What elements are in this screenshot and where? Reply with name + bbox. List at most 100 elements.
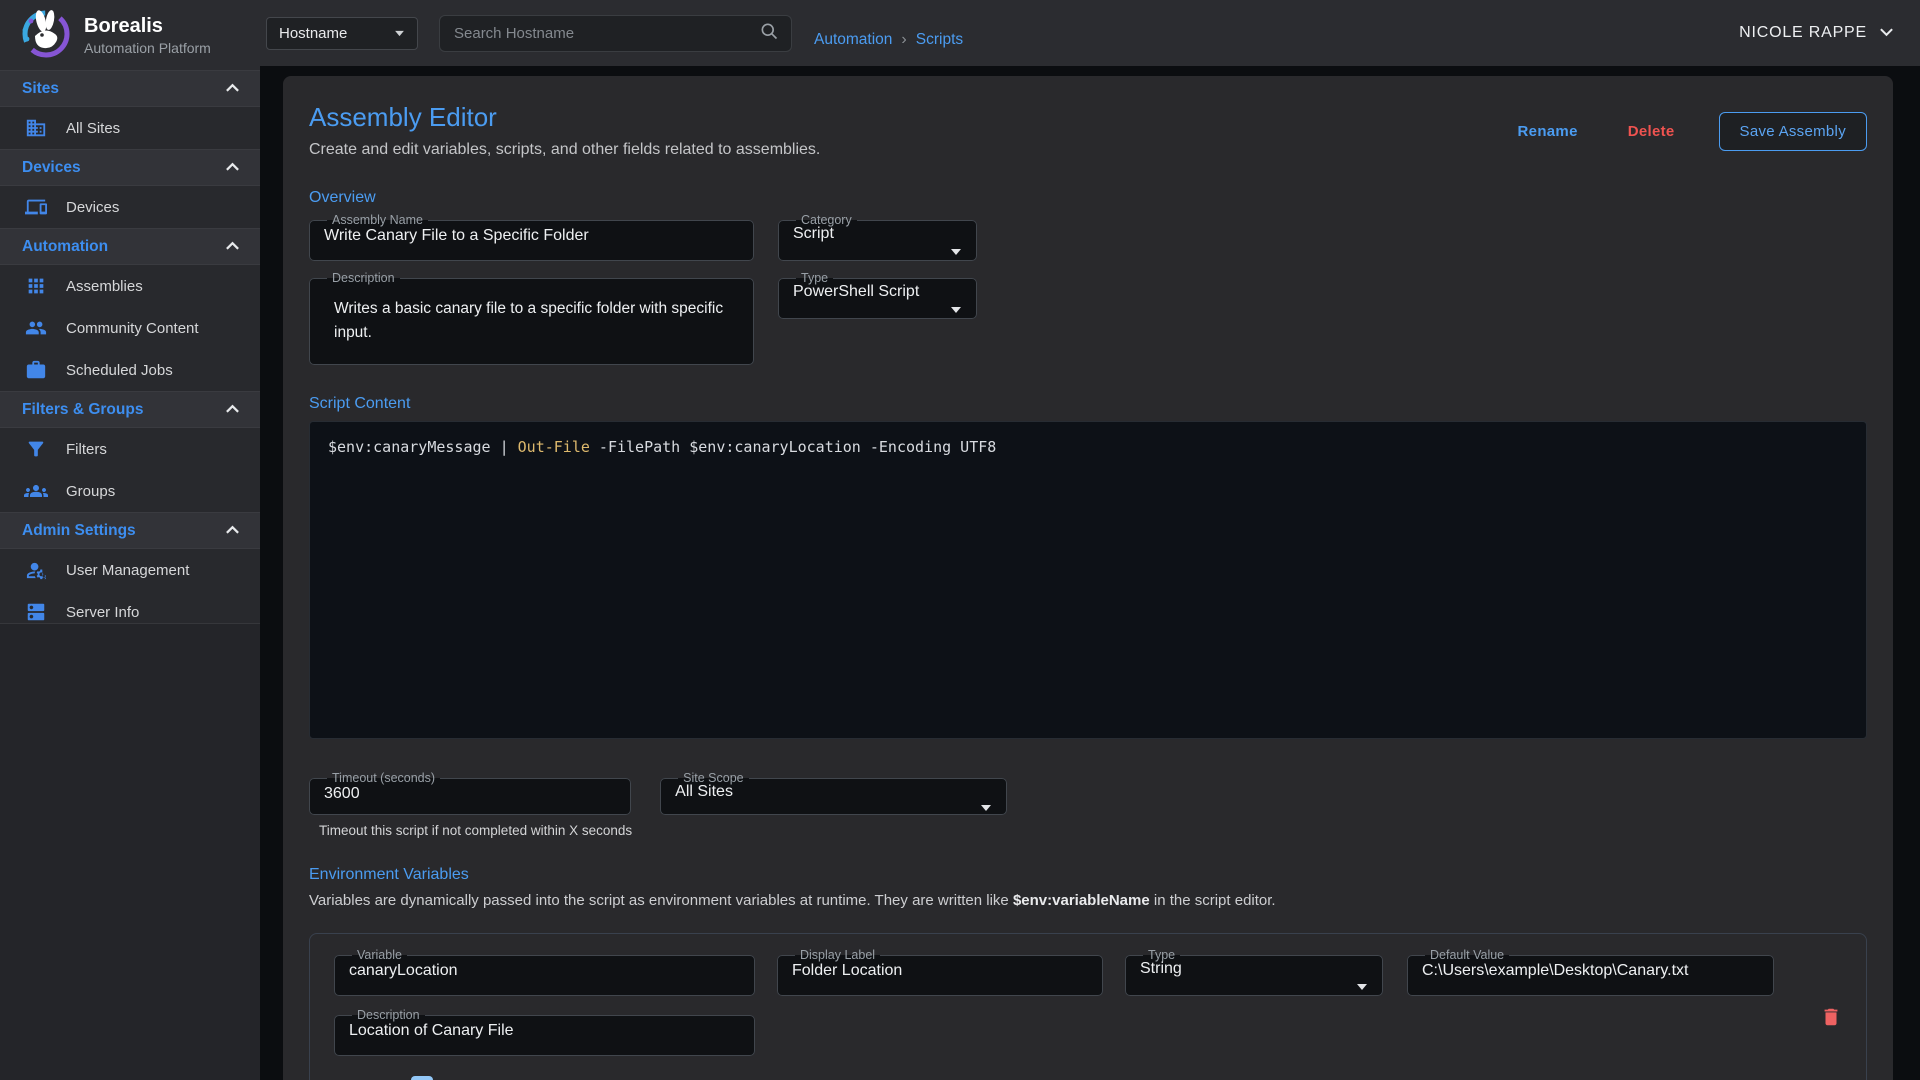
timeout-helper-text: Timeout this script if not completed wit…: [319, 823, 632, 838]
chevron-up-icon: [225, 159, 240, 177]
trash-icon: [1820, 1006, 1842, 1028]
chevron-down-icon: [1879, 24, 1894, 42]
type-select-field: Type PowerShell Script: [778, 271, 977, 319]
nav-item-label: Community Content: [66, 320, 199, 337]
default-value-label: Default Value: [1425, 948, 1509, 962]
sidebar-item-filters[interactable]: Filters: [0, 428, 260, 470]
apps-grid-icon: [24, 274, 48, 298]
assembly-name-label: Assembly Name: [327, 213, 428, 227]
env-desc-text: Variables are dynamically passed into th…: [309, 892, 1013, 909]
var-description-input[interactable]: [347, 1022, 742, 1048]
display-label-label: Display Label: [795, 948, 880, 962]
caret-down-icon: [950, 301, 962, 319]
default-value-field: Default Value: [1407, 948, 1774, 996]
borealis-rabbit-logo-icon: [18, 6, 72, 65]
sidebar-section-sites[interactable]: Sites: [0, 70, 260, 107]
category-select-field: Category Script: [778, 213, 977, 261]
var-type-select-field: Type String: [1125, 948, 1383, 996]
site-scope-select[interactable]: All Sites: [673, 783, 994, 809]
brand-name: Borealis: [84, 15, 211, 38]
nav-item-label: Groups: [66, 483, 115, 500]
section-label: Admin Settings: [22, 522, 136, 540]
sidebar-item-groups[interactable]: Groups: [0, 470, 260, 512]
sidebar-section-devices[interactable]: Devices: [0, 149, 260, 186]
timeout-field: Timeout (seconds): [309, 771, 631, 815]
description-label: Description: [327, 271, 400, 285]
nav-item-label: User Management: [66, 562, 189, 579]
env-desc-code: $env:variableName: [1013, 892, 1150, 909]
nav-item-label: All Sites: [66, 120, 120, 137]
sidebar-section-admin-settings[interactable]: Admin Settings: [0, 512, 260, 549]
category-select[interactable]: Script: [791, 225, 964, 251]
code-cmdlet-token: Out-File: [518, 438, 590, 456]
display-label-field: Display Label: [777, 948, 1103, 996]
groups-icon: [24, 479, 48, 503]
chevron-up-icon: [225, 80, 240, 98]
breadcrumb-automation[interactable]: Automation: [814, 31, 892, 49]
sidebar-item-devices[interactable]: Devices: [0, 186, 260, 228]
delete-button[interactable]: Delete: [1622, 122, 1681, 141]
script-content-heading: Script Content: [309, 395, 1867, 413]
people-icon: [24, 316, 48, 340]
overview-heading: Overview: [309, 189, 1867, 207]
sidebar: Borealis Automation Platform Sites All S…: [0, 0, 260, 1080]
hostname-select-value: Hostname: [279, 25, 347, 42]
env-vars-heading: Environment Variables: [309, 866, 1867, 884]
sidebar-item-scheduled-jobs[interactable]: Scheduled Jobs: [0, 349, 260, 391]
brand: Borealis Automation Platform: [0, 0, 260, 70]
chevron-up-icon: [225, 522, 240, 540]
sidebar-empty-area: [0, 623, 260, 1080]
caret-down-icon: [950, 243, 962, 261]
sidebar-section-automation[interactable]: Automation: [0, 228, 260, 265]
nav-item-label: Devices: [66, 199, 119, 216]
section-label: Filters & Groups: [22, 401, 143, 419]
assembly-name-field: Assembly Name: [309, 213, 754, 261]
caret-down-icon: [1356, 978, 1368, 996]
site-scope-select-field: Site Scope All Sites: [660, 771, 1007, 815]
rename-button[interactable]: Rename: [1512, 122, 1584, 141]
breadcrumb-scripts[interactable]: Scripts: [916, 31, 963, 49]
sidebar-item-community-content[interactable]: Community Content: [0, 307, 260, 349]
nav-item-label: Assemblies: [66, 278, 143, 295]
variable-label: Variable: [352, 948, 407, 962]
chevron-up-icon: [225, 238, 240, 256]
description-textarea[interactable]: Writes a basic canary file to a specific…: [322, 285, 741, 369]
breadcrumb-separator: ›: [901, 31, 906, 49]
required-checkbox[interactable]: [411, 1076, 433, 1080]
search-input[interactable]: [440, 25, 759, 42]
breadcrumb: Automation › Scripts: [814, 17, 963, 49]
sidebar-section-filters-groups[interactable]: Filters & Groups: [0, 391, 260, 428]
hostname-select[interactable]: Hostname: [266, 17, 418, 50]
delete-variable-button[interactable]: [1820, 1006, 1842, 1031]
topbar: Hostname Automation › Scripts NICOLE RAP…: [260, 0, 1920, 66]
sidebar-item-user-management[interactable]: User Management: [0, 549, 260, 591]
sidebar-item-all-sites[interactable]: All Sites: [0, 107, 260, 149]
assembly-name-input[interactable]: [322, 227, 741, 253]
display-label-input[interactable]: [790, 962, 1090, 988]
main-area: Assembly Editor Create and edit variable…: [260, 66, 1920, 1080]
assembly-editor-card: Assembly Editor Create and edit variable…: [283, 76, 1893, 1080]
save-assembly-button[interactable]: Save Assembly: [1719, 112, 1867, 151]
page-title: Assembly Editor: [309, 102, 820, 133]
var-description-field: Description: [334, 1008, 755, 1056]
timeout-input[interactable]: [322, 785, 618, 811]
section-label: Automation: [22, 238, 108, 256]
script-code-editor[interactable]: $env:canaryMessage | Out-File -FilePath …: [309, 421, 1867, 739]
variable-field: Variable: [334, 948, 755, 996]
env-desc-text: in the script editor.: [1150, 892, 1276, 909]
server-icon: [24, 600, 48, 624]
page-subtitle: Create and edit variables, scripts, and …: [309, 141, 820, 159]
default-value-input[interactable]: [1420, 962, 1761, 988]
building-icon: [24, 116, 48, 140]
timeout-label: Timeout (seconds): [327, 771, 440, 785]
var-type-select[interactable]: String: [1138, 960, 1370, 986]
type-select[interactable]: PowerShell Script: [791, 283, 964, 309]
filter-funnel-icon: [24, 437, 48, 461]
description-field: Description Writes a basic canary file t…: [309, 271, 754, 365]
var-description-label: Description: [352, 1008, 425, 1022]
caret-down-icon: [980, 799, 992, 817]
variable-input[interactable]: [347, 962, 742, 988]
sidebar-item-assemblies[interactable]: Assemblies: [0, 265, 260, 307]
search-icon[interactable]: [759, 21, 779, 46]
user-menu[interactable]: NICOLE RAPPE: [1739, 24, 1894, 42]
